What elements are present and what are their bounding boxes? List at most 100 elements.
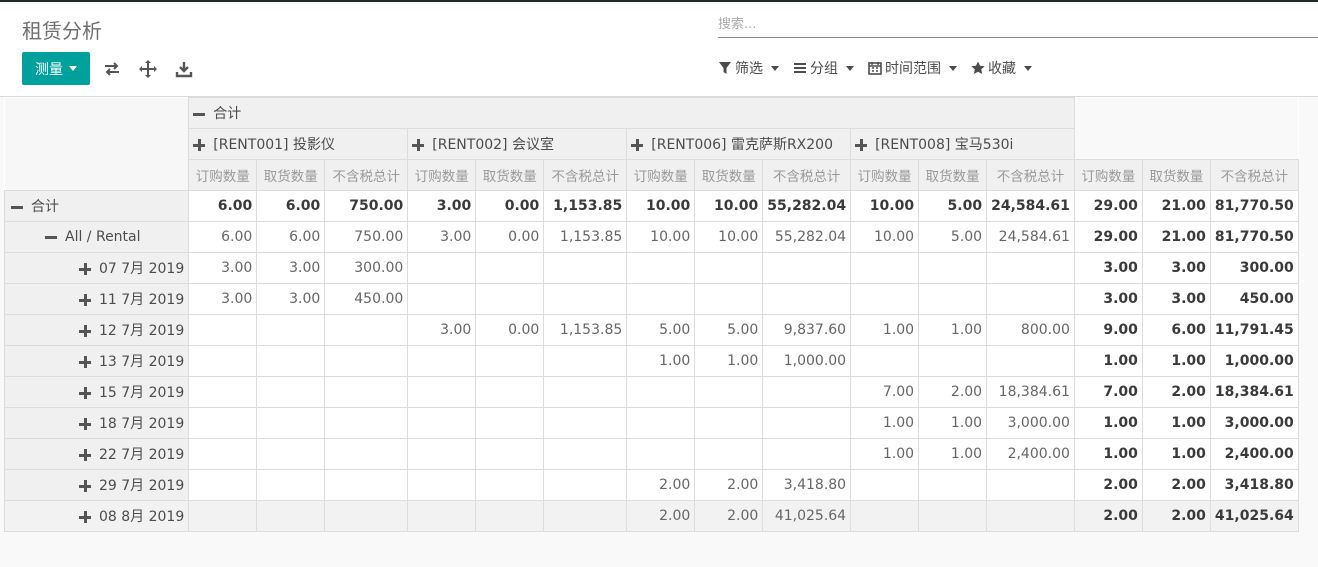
pivot-cell[interactable]: 3.00	[407, 314, 477, 346]
pivot-cell[interactable]: 55,282.04	[762, 221, 852, 253]
row-header[interactable]: 合计	[3, 190, 190, 222]
pivot-cell[interactable]: 1.00	[850, 314, 920, 346]
pivot-cell[interactable]	[918, 252, 988, 284]
pivot-cell[interactable]	[986, 500, 1075, 532]
pivot-cell[interactable]	[188, 376, 258, 408]
pivot-cell[interactable]: 450.00	[1209, 283, 1299, 315]
row-header[interactable]: 13 7月 2019	[3, 345, 190, 377]
measure-header[interactable]: 取货数量	[1141, 159, 1211, 191]
measure-header[interactable]: 订购数量	[626, 159, 696, 191]
pivot-cell[interactable]: 10.00	[850, 190, 920, 222]
measure-header[interactable]: 不含税总计	[762, 159, 852, 191]
pivot-cell[interactable]	[324, 469, 409, 501]
pivot-cell[interactable]	[188, 314, 258, 346]
pivot-cell[interactable]: 3.00	[256, 283, 326, 315]
pivot-cell[interactable]	[324, 407, 409, 439]
pivot-cell[interactable]	[475, 345, 545, 377]
pivot-cell[interactable]	[324, 500, 409, 532]
pivot-cell[interactable]: 5.00	[918, 221, 988, 253]
row-header[interactable]: All / Rental	[3, 221, 190, 253]
pivot-cell[interactable]: 5.00	[694, 314, 764, 346]
favorites-dropdown[interactable]: 收藏	[971, 58, 1032, 78]
pivot-cell[interactable]: 3.00	[1073, 283, 1143, 315]
pivot-cell[interactable]: 6.00	[256, 221, 326, 253]
pivot-cell[interactable]	[324, 438, 409, 470]
pivot-cell[interactable]: 1.00	[850, 407, 920, 439]
pivot-cell[interactable]: 2.00	[1073, 500, 1143, 532]
pivot-cell[interactable]: 1,153.85	[543, 221, 628, 253]
pivot-cell[interactable]	[986, 469, 1075, 501]
pivot-cell[interactable]	[762, 252, 852, 284]
pivot-cell[interactable]: 1.00	[918, 438, 988, 470]
measure-header[interactable]: 不含税总计	[324, 159, 409, 191]
pivot-cell[interactable]	[324, 314, 409, 346]
pivot-cell[interactable]	[850, 345, 920, 377]
pivot-cell[interactable]	[543, 252, 628, 284]
pivot-cell[interactable]	[850, 500, 920, 532]
pivot-cell[interactable]: 300.00	[324, 252, 409, 284]
pivot-cell[interactable]: 10.00	[694, 190, 764, 222]
pivot-cell[interactable]: 1.00	[918, 407, 988, 439]
pivot-cell[interactable]: 3,000.00	[986, 407, 1075, 439]
pivot-cell[interactable]: 750.00	[324, 221, 409, 253]
pivot-cell[interactable]: 5.00	[918, 190, 988, 222]
pivot-cell[interactable]: 1.00	[1073, 407, 1143, 439]
pivot-cell[interactable]	[694, 376, 764, 408]
pivot-cell[interactable]	[407, 252, 477, 284]
pivot-cell[interactable]	[626, 376, 696, 408]
pivot-cell[interactable]	[694, 407, 764, 439]
pivot-cell[interactable]: 0.00	[475, 314, 545, 346]
pivot-cell[interactable]: 10.00	[694, 221, 764, 253]
pivot-cell[interactable]: 6.00	[1141, 314, 1211, 346]
pivot-cell[interactable]	[694, 283, 764, 315]
pivot-cell[interactable]: 7.00	[1073, 376, 1143, 408]
measure-header[interactable]: 订购数量	[188, 159, 258, 191]
pivot-cell[interactable]: 3.00	[407, 221, 477, 253]
pivot-cell[interactable]: 2.00	[626, 469, 696, 501]
pivot-cell[interactable]: 3,418.80	[1209, 469, 1299, 501]
pivot-cell[interactable]	[188, 345, 258, 377]
pivot-cell[interactable]: 1,000.00	[762, 345, 852, 377]
pivot-cell[interactable]	[324, 376, 409, 408]
pivot-cell[interactable]: 750.00	[324, 190, 409, 222]
pivot-cell[interactable]: 0.00	[475, 221, 545, 253]
pivot-cell[interactable]: 41,025.64	[1209, 500, 1299, 532]
pivot-cell[interactable]: 1.00	[1073, 438, 1143, 470]
groupby-dropdown[interactable]: 分组	[793, 58, 854, 78]
pivot-cell[interactable]: 9,837.60	[762, 314, 852, 346]
pivot-cell[interactable]	[324, 345, 409, 377]
measure-header[interactable]: 订购数量	[850, 159, 920, 191]
row-header[interactable]: 12 7月 2019	[3, 314, 190, 346]
row-header[interactable]: 07 7月 2019	[3, 252, 190, 284]
pivot-cell[interactable]: 3,000.00	[1209, 407, 1299, 439]
pivot-cell[interactable]: 1.00	[918, 314, 988, 346]
pivot-cell[interactable]: 1.00	[626, 345, 696, 377]
pivot-cell[interactable]	[256, 469, 326, 501]
pivot-cell[interactable]	[256, 376, 326, 408]
measure-header[interactable]: 不含税总计	[543, 159, 628, 191]
pivot-cell[interactable]: 2.00	[626, 500, 696, 532]
pivot-cell[interactable]	[694, 252, 764, 284]
pivot-cell[interactable]: 800.00	[986, 314, 1075, 346]
pivot-cell[interactable]: 1.00	[1141, 407, 1211, 439]
measure-header[interactable]: 取货数量	[256, 159, 326, 191]
pivot-cell[interactable]	[188, 500, 258, 532]
pivot-cell[interactable]: 2,400.00	[986, 438, 1075, 470]
pivot-cell[interactable]: 11,791.45	[1209, 314, 1299, 346]
pivot-cell[interactable]: 18,384.61	[1209, 376, 1299, 408]
pivot-cell[interactable]	[626, 407, 696, 439]
pivot-cell[interactable]: 2.00	[694, 500, 764, 532]
pivot-cell[interactable]	[475, 500, 545, 532]
pivot-cell[interactable]: 2.00	[1141, 469, 1211, 501]
row-header[interactable]: 08 8月 2019	[3, 500, 190, 532]
pivot-cell[interactable]	[762, 376, 852, 408]
pivot-cell[interactable]: 1,153.85	[543, 190, 628, 222]
pivot-cell[interactable]: 1.00	[694, 345, 764, 377]
expand-all-icon[interactable]	[138, 59, 158, 79]
pivot-cell[interactable]: 2.00	[694, 469, 764, 501]
pivot-cell[interactable]: 10.00	[626, 221, 696, 253]
pivot-cell[interactable]	[918, 345, 988, 377]
pivot-cell[interactable]	[407, 345, 477, 377]
measure-header[interactable]: 订购数量	[1073, 159, 1143, 191]
pivot-cell[interactable]: 3.00	[188, 283, 258, 315]
